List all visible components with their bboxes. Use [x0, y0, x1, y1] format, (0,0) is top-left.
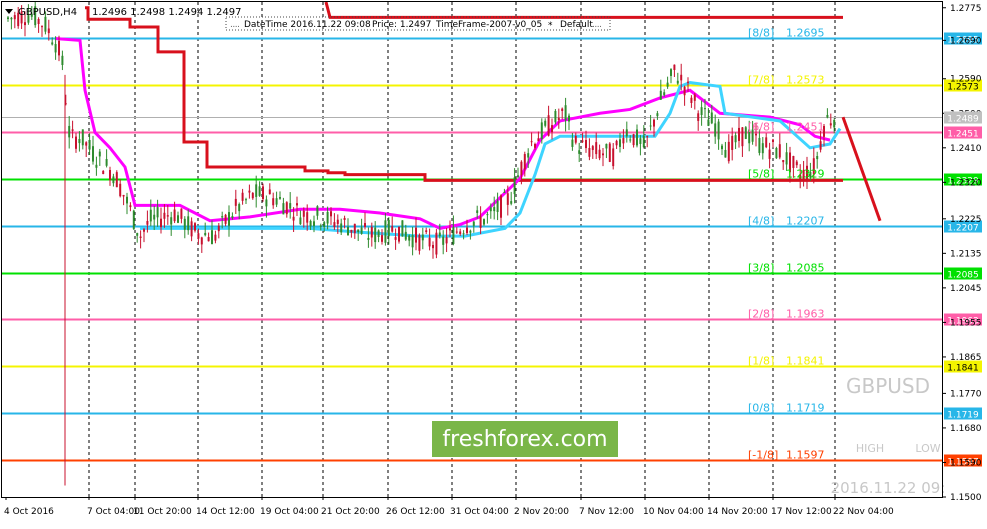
y-tick-label: 1.1680 — [950, 424, 982, 434]
y-tick-label: 1.1770 — [950, 389, 982, 399]
x-tick-label: 14 Nov 20:00 — [707, 507, 768, 517]
y-tick-label: 1.1955 — [950, 318, 982, 328]
y-tick-label: 1.2045 — [950, 284, 982, 294]
y-tick-label: 1.1500 — [950, 493, 982, 503]
x-tick-label: 26 Oct 12:00 — [386, 507, 445, 517]
x-tick-label: 19 Oct 04:00 — [260, 507, 319, 517]
current-price-badge-text: 1.2489 — [947, 115, 979, 125]
level-price-badge-text: 1.2451 — [947, 130, 979, 140]
x-tick-label: 14 Oct 12:00 — [196, 507, 255, 517]
chart-window[interactable]: GBPUSD freshforex.com HIGH LOW 2016.11.2… — [0, 0, 987, 525]
time-axis: 4 Oct 2016 7 Oct 04:0011 Oct 20:00 14 Oct … — [4, 497, 894, 517]
plot-frame — [1, 1, 943, 498]
x-tick-label: 21 Oct 20:00 — [321, 507, 380, 517]
x-tick-label: 11 Oct 20:00 — [133, 507, 192, 517]
price-axis: 1.28171.26951.25731.24511.23291.22071.20… — [942, 4, 982, 503]
level-price-badge-text: 1.2207 — [947, 224, 979, 234]
level-price-badge-text: 1.1841 — [947, 364, 979, 374]
x-tick-label: 17 Nov 12:00 — [771, 507, 832, 517]
x-tick-label: 7 Nov 12:00 — [579, 507, 634, 517]
y-tick-label: 1.1590 — [950, 458, 982, 468]
y-tick-label: 1.2410 — [950, 144, 982, 154]
x-tick-label: 31 Oct 04:00 — [450, 507, 509, 517]
level-price-badge-text: 1.2085 — [947, 271, 979, 281]
x-tick-label: 10 Nov 04:00 — [643, 507, 704, 517]
y-tick-label: 1.2690 — [950, 36, 982, 46]
x-tick-label: 4 Oct 2016 — [4, 507, 54, 517]
level-price-badge-text: 1.1719 — [947, 411, 979, 421]
y-tick-label: 1.2590 — [950, 75, 982, 85]
y-tick-label: 1.2775 — [950, 4, 982, 14]
y-tick-label: 1.2320 — [950, 178, 982, 188]
y-tick-label: 1.2135 — [950, 249, 982, 259]
x-tick-label: 22 Nov 04:00 — [833, 507, 894, 517]
y-tick-label: 1.1865 — [950, 353, 982, 363]
x-tick-label: 2 Nov 20:00 — [514, 507, 569, 517]
y-tick-label: 1.2225 — [950, 215, 982, 225]
